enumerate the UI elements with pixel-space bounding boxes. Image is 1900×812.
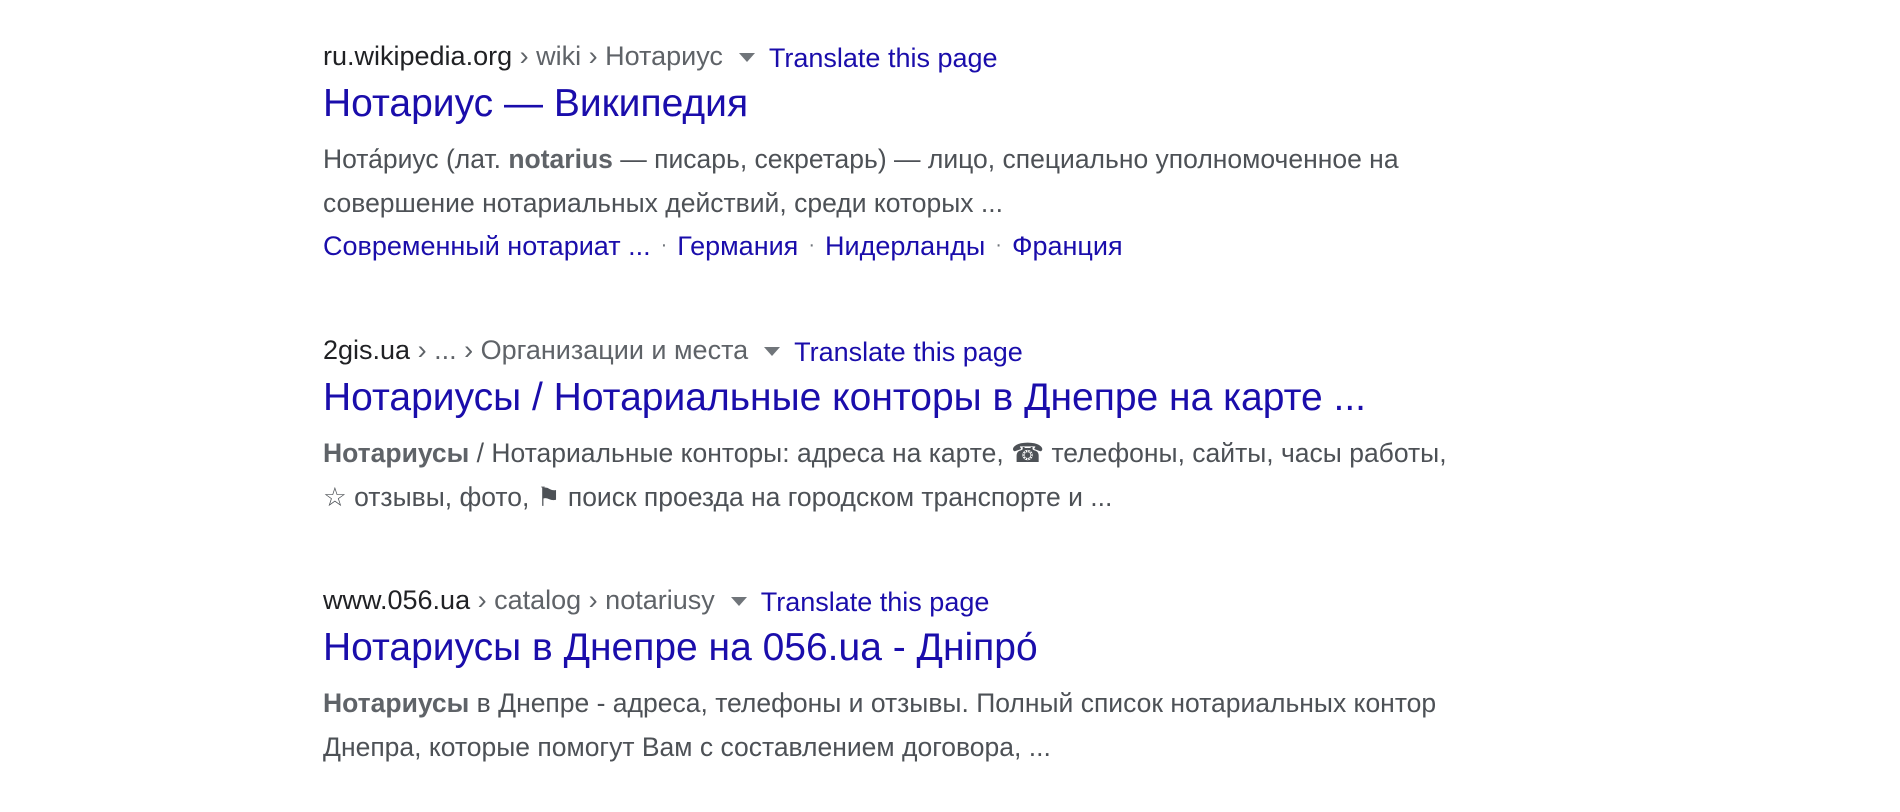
snippet-line: Нотариусы / Нотариальные конторы: адреса… <box>323 431 1563 475</box>
sitelink-separator: · <box>660 234 668 256</box>
result-breadcrumb[interactable]: www.056.ua › catalog › notariusy Translat… <box>323 582 989 618</box>
snippet-highlight: notarius <box>508 144 613 174</box>
result-domain[interactable]: 2gis.ua <box>323 335 410 365</box>
result-snippet: Нота́риус (лат. notarius — писарь, секре… <box>323 137 1563 225</box>
caret-down-icon[interactable] <box>764 347 781 356</box>
snippet-text: — писарь, секретарь) — лицо, специально … <box>612 144 1399 174</box>
breadcrumb-separator: › <box>512 41 537 71</box>
snippet-line: ☆ отзывы, фото, ⚑ поиск проезда на город… <box>323 482 1113 512</box>
breadcrumb-separator: › <box>581 41 606 71</box>
breadcrumb-separator: › <box>470 585 495 615</box>
breadcrumb-segment: notariusy <box>605 585 715 615</box>
sitelinks: Современный нотариат ... · Германия · Нидерл… <box>323 225 1123 266</box>
breadcrumb-separator: › <box>410 335 435 365</box>
snippet-line: Днепра, которые помогут Вам с составлени… <box>323 732 1051 762</box>
result-title-link[interactable]: Нотариусы в Днепре на 056.ua - Дніпро́ <box>323 622 1038 674</box>
snippet-highlight: Нотариусы <box>323 688 470 718</box>
sitelink[interactable]: Франция <box>1012 231 1123 261</box>
result-snippet: Нотариусы / Нотариальные конторы: адреса… <box>323 431 1563 519</box>
breadcrumb-separator: › <box>456 335 481 365</box>
caret-down-icon[interactable] <box>730 597 747 606</box>
result-domain[interactable]: www.056.ua <box>323 585 470 615</box>
snippet-line: Нотариусы в Днепре - адреса, телефоны и … <box>323 681 1563 725</box>
breadcrumb-segment: ... <box>434 335 457 365</box>
breadcrumb-separator: › <box>581 585 606 615</box>
result-title-link[interactable]: Нотариус — Википедия <box>323 78 748 130</box>
result-title-link[interactable]: Нотариусы / Нотариальные конторы в Днепр… <box>323 372 1366 424</box>
caret-down-icon[interactable] <box>738 53 755 62</box>
snippet-line: совершение нотариальных действий, среди … <box>323 188 1003 218</box>
snippet-line: Нота́риус (лат. notarius — писарь, секре… <box>323 137 1563 181</box>
sitelink[interactable]: Германия <box>677 231 798 261</box>
sitelink-separator: · <box>808 234 815 256</box>
result-breadcrumb[interactable]: ru.wikipedia.org › wiki › Нотариус Transl… <box>323 38 998 74</box>
sitelink-separator: · <box>995 234 1002 256</box>
sitelink[interactable]: Нидерланды <box>825 231 985 261</box>
breadcrumb-segment: Нотариус <box>605 41 723 71</box>
snippet-text: / Нотариальные конторы: адреса на карте,… <box>469 438 1447 468</box>
breadcrumb-segment: wiki <box>536 41 582 71</box>
result-snippet: Нотариусы в Днепре - адреса, телефоны и … <box>323 681 1563 769</box>
snippet-text: в Днепре - адреса, телефоны и отзывы. По… <box>469 688 1437 718</box>
breadcrumb-segment: Организации и места <box>480 335 749 365</box>
breadcrumb-segment: catalog <box>494 585 582 615</box>
translate-link[interactable]: Translate this page <box>761 587 990 617</box>
snippet-highlight: Нотариусы <box>323 438 470 468</box>
translate-link[interactable]: Translate this page <box>769 43 998 73</box>
sitelink[interactable]: Современный нотариат ... <box>323 231 651 261</box>
translate-link[interactable]: Translate this page <box>794 337 1023 367</box>
snippet-text: Нота́риус (лат. <box>323 144 509 174</box>
result-domain[interactable]: ru.wikipedia.org <box>323 41 512 71</box>
result-breadcrumb[interactable]: 2gis.ua › ... › Организации и места Trans… <box>323 332 1023 368</box>
